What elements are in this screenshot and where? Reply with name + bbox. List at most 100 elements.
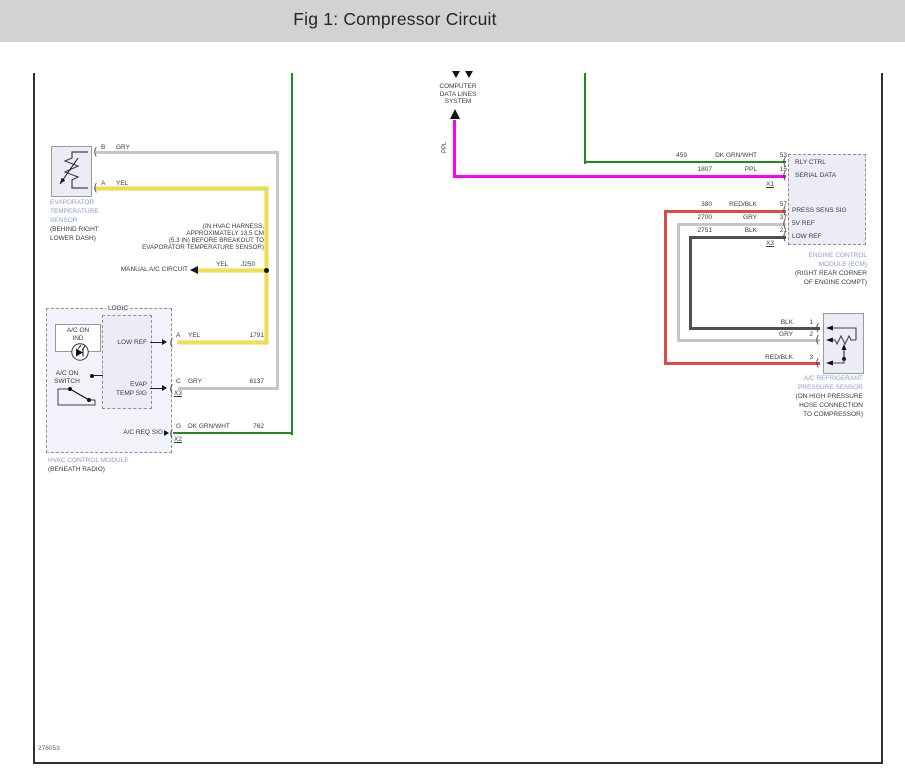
ecm-row5-color: BLK [707, 227, 757, 235]
title-bar: Fig 1: Compressor Circuit [0, 0, 905, 42]
ecm-connector-x1: X1 [766, 181, 774, 189]
wire-gry-hvac-horizontal [178, 387, 279, 390]
wire-ppl-horizontal [453, 175, 786, 178]
wire-yel-vertical [265, 187, 268, 344]
manual-ac-arrow-icon [190, 266, 198, 274]
ecm-row2-color: PPL [707, 166, 757, 174]
hvac-module-callout: HVAC CONTROL MODULE (BENEATH RADIO) [48, 456, 129, 474]
hvac-row-g-pin: G [176, 423, 181, 431]
splice-j250-dot [264, 268, 269, 273]
page-title: Fig 1: Compressor Circuit [0, 9, 790, 30]
frame-right-border [881, 73, 883, 764]
ecm-serial-data-label: SERIAL DATA [795, 172, 836, 180]
ecm-row1-circuit: 459 [642, 152, 687, 160]
evap-pin-a-wire-color: YEL [116, 180, 128, 188]
ecm-row4-color: GRY [707, 214, 757, 222]
hvac-connector-x2: X2 [174, 436, 182, 444]
evap-pin-a: A [101, 180, 105, 188]
ppl-wire-color-label: PPL [442, 142, 448, 153]
hvac-row-c-color: GRY [188, 378, 202, 386]
wire-gry2700-sensor [677, 339, 820, 342]
hvac-row-g-color: DK GRN/WHT [188, 423, 230, 431]
ecm-row3-pin: 57 [773, 201, 787, 209]
hvac-row-g-circuit: 762 [240, 423, 264, 431]
hvac-row-a-circuit: 1791 [240, 332, 264, 340]
logic-label: LOGIC [106, 305, 130, 313]
offpage-arrow-up-icon [450, 109, 460, 119]
wire-gry-evap-vertical [276, 151, 279, 390]
figure-id: 276053 [38, 745, 60, 752]
wire-dkgrnwht-vertical-left [291, 73, 293, 435]
ecm-row4-circuit: 2700 [667, 214, 712, 222]
frame-left-border [33, 73, 35, 764]
sensor-row2-color: GRY [760, 331, 793, 339]
terminal-arc-icon: ( [814, 357, 821, 368]
frame-bottom-border [33, 762, 883, 764]
ecm-low-ref-label: LOW REF [792, 233, 822, 241]
wire-dkgrnwht-hvac [173, 432, 293, 434]
ecm-row1-color: DK GRN/WHT [707, 152, 757, 160]
terminal-arc-icon: ( [814, 322, 821, 333]
evaporator-sensor-callout: EVAPORATOR TEMPERATURE SENSOR (BEHIND RI… [50, 198, 99, 243]
wire-blk-sensor [689, 327, 820, 330]
pressure-sensor-callout: A/C REFRIGERANT PRESSURE SENSOR (ON HIGH… [723, 374, 863, 419]
terminal-arc-icon: ( [92, 146, 99, 157]
j250-splice-label: J250 [241, 261, 255, 269]
offpage-arrow-down-icon [465, 71, 473, 78]
hvac-ac-req-sig-label: A/C REQ SIG [111, 429, 163, 437]
hvac-row-c-circuit: 6137 [240, 378, 264, 386]
wire-blk-vertical [689, 236, 692, 330]
manual-ac-circuit-label: MANUAL A/C CIRCUIT [100, 266, 188, 274]
wire-redblk-ecm [664, 210, 786, 213]
computer-data-lines-label: COMPUTER DATA LINES SYSTEM [425, 83, 491, 106]
offpage-arrow-down-icon [452, 71, 460, 78]
j250-wire-color: YEL [216, 261, 228, 269]
hvac-connector-x3: X3 [174, 390, 182, 398]
hvac-row-c-pin: C [176, 378, 181, 386]
evap-pin-b: B [101, 144, 105, 152]
ecm-box [788, 154, 866, 245]
hvac-low-ref-label: LOW REF [105, 339, 147, 347]
sensor-row1-color: BLK [760, 319, 793, 327]
switch-logic-link-line [94, 375, 103, 376]
wire-yel-j250-branch [198, 269, 268, 272]
switch-symbol-icon [56, 368, 104, 408]
ecm-press-sens-sig-label: PRESS SENS SIG [792, 207, 847, 215]
ecm-rly-ctrl-label: RLY CTRL [795, 159, 826, 167]
sensor-row2-pin: 2 [803, 331, 813, 339]
wire-dkgrnwht-ecm [584, 161, 786, 163]
sensor-row3-color: RED/BLK [750, 354, 793, 362]
ecm-callout: ENGINE CONTROL MODULE (ECM) (RIGHT REAR … [717, 251, 867, 287]
hvac-row-a-color: YEL [188, 332, 200, 340]
ecm-row4-pin: 37 [773, 214, 787, 222]
harness-note: (IN HVAC HARNESS, APPROXIMATELY 13.5 CM … [118, 223, 264, 251]
ecm-row5-circuit: 2751 [667, 227, 712, 235]
low-ref-arrow-icon [162, 339, 167, 345]
ecm-row5-pin: 21 [773, 227, 787, 235]
ecm-row3-color: RED/BLK [707, 201, 757, 209]
sensor-row1-pin: 1 [803, 319, 813, 327]
wire-blk-ecm [689, 236, 786, 239]
sensor-row3-pin: 3 [803, 354, 813, 362]
terminal-arc-icon: ( [168, 337, 175, 348]
wire-gry2700-ecm [677, 223, 786, 226]
ecm-row2-pin: 15 [773, 166, 787, 174]
ecm-row2-circuit: 1807 [667, 166, 712, 174]
ecm-5v-ref-label: 5V REF [792, 220, 815, 228]
wire-gry2700-vertical [677, 223, 680, 342]
wire-dkgrnwht-vertical-right [584, 73, 586, 164]
terminal-arc-icon: ( [814, 334, 821, 345]
ecm-row3-circuit: 380 [667, 201, 712, 209]
wire-redblk-sensor [664, 362, 820, 365]
terminal-arc-icon: ( [92, 182, 99, 193]
thermistor-symbol-icon [51, 146, 92, 197]
evap-sig-arrow-icon [162, 385, 167, 391]
hvac-row-a-pin: A [176, 332, 180, 340]
wire-yel-hvac-horizontal [178, 341, 268, 344]
wire-ppl-vertical [453, 120, 456, 178]
led-indicator-icon [70, 341, 90, 363]
ac-on-ind-label: A/C ON IND [56, 327, 100, 342]
ecm-connector-x3: X3 [766, 240, 774, 248]
evap-pin-b-wire-color: GRY [116, 144, 130, 152]
ecm-row1-pin: 53 [773, 152, 787, 160]
